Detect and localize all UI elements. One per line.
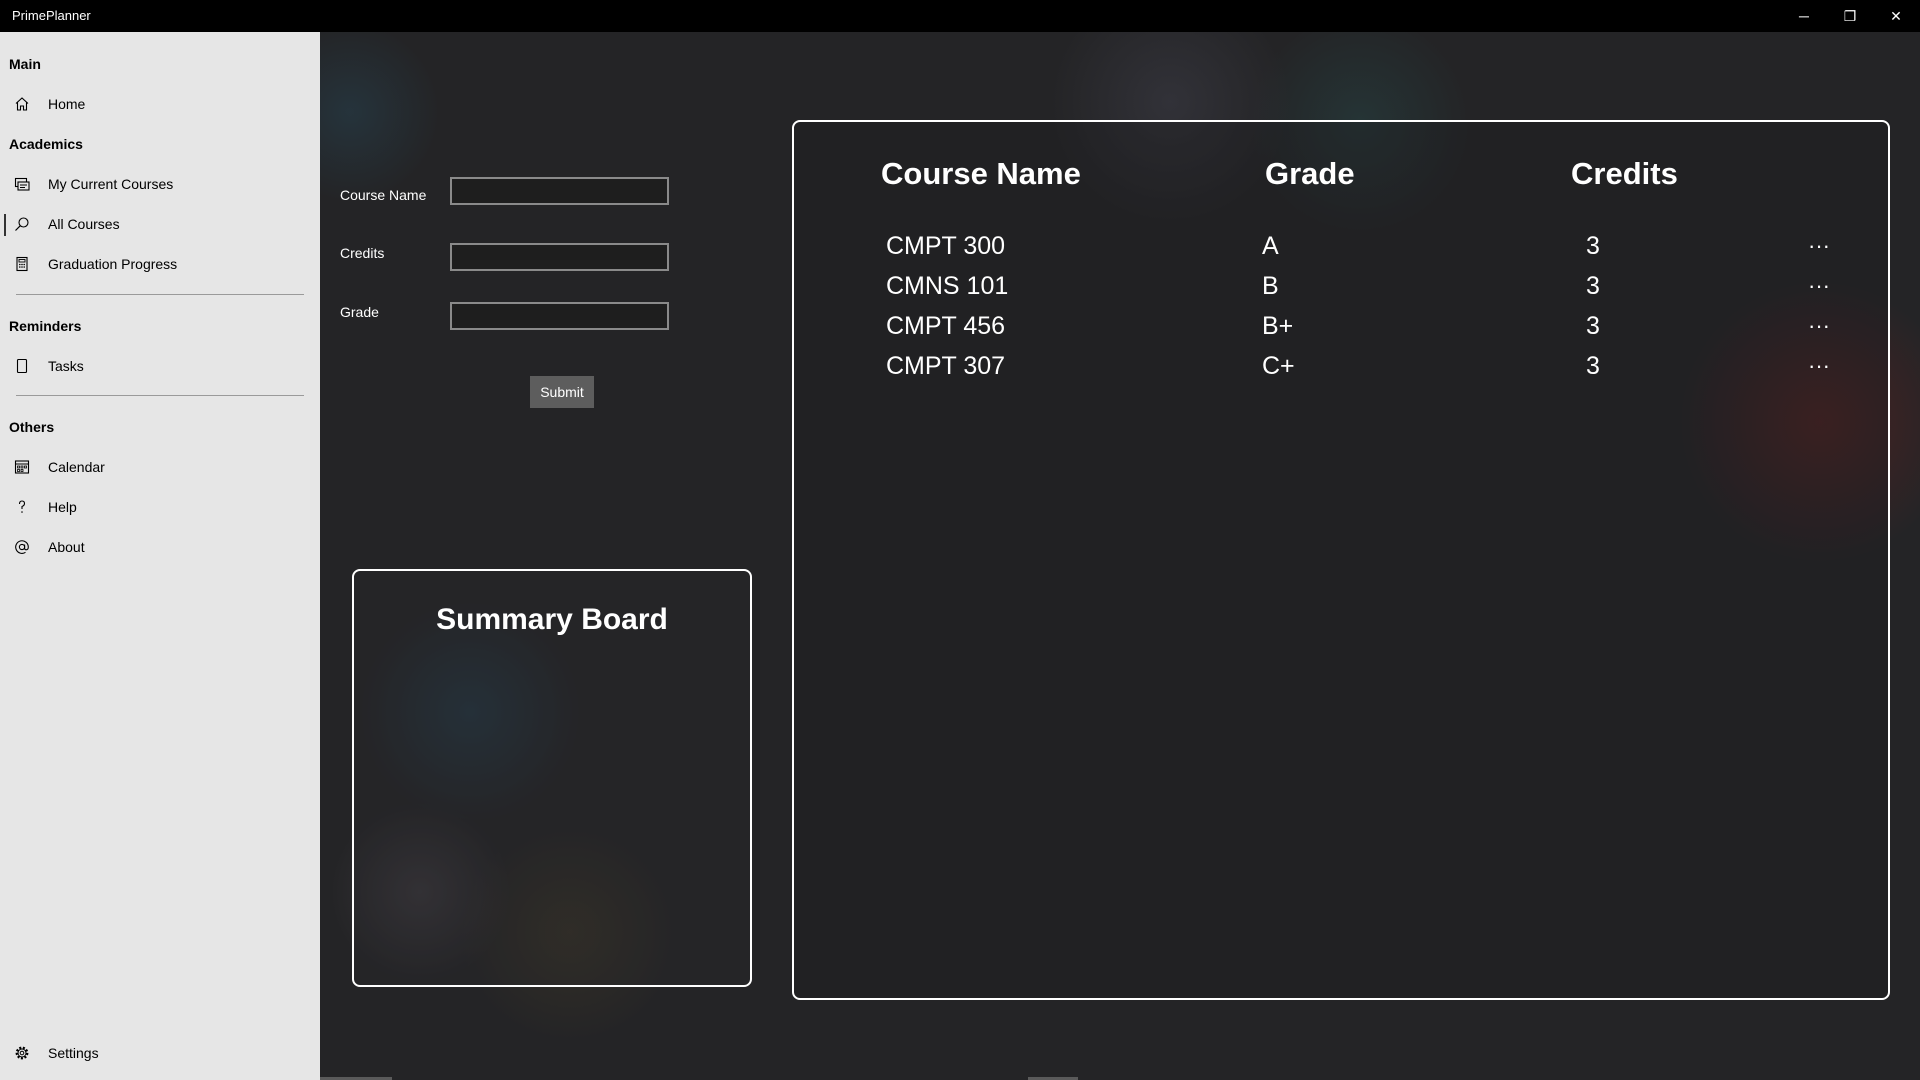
title-bar: PrimePlanner ─ ❐ ✕ bbox=[0, 0, 1920, 32]
help-icon bbox=[12, 497, 32, 517]
grade-cell: B+ bbox=[1262, 312, 1294, 340]
more-options-button[interactable]: ··· bbox=[1797, 228, 1841, 264]
credits-cell: 3 bbox=[1586, 352, 1600, 380]
home-icon bbox=[12, 94, 32, 114]
sidebar-divider bbox=[16, 294, 304, 295]
sidebar-item-label: Calendar bbox=[48, 459, 105, 475]
sidebar-item-label: My Current Courses bbox=[48, 176, 174, 192]
minimize-icon: ─ bbox=[1799, 8, 1809, 24]
credits-input[interactable] bbox=[450, 243, 669, 271]
sidebar-item-my-current-courses[interactable]: My Current Courses bbox=[0, 164, 320, 204]
table-row: CMPT 456 B+ 3 ··· bbox=[794, 308, 1888, 348]
calendar-icon bbox=[12, 457, 32, 477]
sidebar-item-graduation-progress[interactable]: Graduation Progress bbox=[0, 244, 320, 284]
credits-cell: 3 bbox=[1586, 232, 1600, 260]
sidebar-item-label: About bbox=[48, 539, 85, 555]
calculator-icon bbox=[12, 254, 32, 274]
sidebar-item-about[interactable]: About bbox=[0, 527, 320, 567]
course-cell: CMPT 300 bbox=[886, 232, 1006, 260]
header-grade: Grade bbox=[1265, 156, 1355, 191]
courses-icon bbox=[12, 174, 32, 194]
task-icon bbox=[12, 356, 32, 376]
close-button[interactable]: ✕ bbox=[1873, 0, 1919, 32]
course-name-input[interactable] bbox=[450, 177, 669, 205]
app-title: PrimePlanner bbox=[12, 8, 91, 23]
sidebar-divider bbox=[16, 395, 304, 396]
credits-cell: 3 bbox=[1586, 272, 1600, 300]
credits-label: Credits bbox=[340, 245, 385, 261]
course-cell: CMNS 101 bbox=[886, 272, 1009, 300]
sidebar-item-calendar[interactable]: Calendar bbox=[0, 447, 320, 487]
header-credits: Credits bbox=[1571, 156, 1678, 191]
gear-icon bbox=[12, 1043, 32, 1063]
submit-button[interactable]: Submit bbox=[530, 376, 594, 408]
grade-input[interactable] bbox=[450, 302, 669, 330]
grade-cell: B bbox=[1262, 272, 1279, 300]
courses-table: Course Name Grade Credits CMPT 300 A 3 ·… bbox=[792, 120, 1890, 1000]
sidebar-item-settings[interactable]: Settings bbox=[0, 1033, 320, 1073]
sidebar-item-home[interactable]: Home bbox=[0, 84, 320, 124]
more-options-button[interactable]: ··· bbox=[1797, 268, 1841, 304]
main-content: Course Name Credits Grade Submit Summary… bbox=[320, 32, 1920, 1080]
sidebar-item-all-courses[interactable]: All Courses bbox=[0, 204, 320, 244]
grade-cell: C+ bbox=[1262, 352, 1295, 380]
sidebar-item-label: Tasks bbox=[48, 358, 84, 374]
section-header-academics: Academics bbox=[9, 136, 83, 152]
sidebar-item-label: Settings bbox=[48, 1045, 99, 1061]
search-icon bbox=[12, 214, 32, 234]
more-options-button[interactable]: ··· bbox=[1797, 308, 1841, 344]
sidebar-item-label: Graduation Progress bbox=[48, 256, 178, 272]
minimize-button[interactable]: ─ bbox=[1781, 0, 1827, 32]
grade-cell: A bbox=[1262, 232, 1279, 260]
grade-label: Grade bbox=[340, 304, 379, 320]
course-cell: CMPT 456 bbox=[886, 312, 1006, 340]
course-name-label: Course Name bbox=[340, 187, 427, 203]
sidebar-item-label: Home bbox=[48, 96, 86, 112]
sidebar-item-label: All Courses bbox=[48, 216, 120, 232]
at-icon bbox=[12, 537, 32, 557]
section-header-main: Main bbox=[9, 56, 41, 72]
restore-button[interactable]: ❐ bbox=[1827, 0, 1873, 32]
summary-board: Summary Board bbox=[352, 569, 752, 987]
close-icon: ✕ bbox=[1890, 7, 1902, 24]
more-options-button[interactable]: ··· bbox=[1797, 348, 1841, 384]
header-course-name: Course Name bbox=[881, 156, 1081, 191]
table-row: CMNS 101 B 3 ··· bbox=[794, 268, 1888, 308]
section-header-others: Others bbox=[9, 419, 55, 435]
summary-board-title: Summary Board bbox=[436, 603, 668, 636]
restore-icon: ❐ bbox=[1843, 7, 1857, 24]
sidebar-item-tasks[interactable]: Tasks bbox=[0, 346, 320, 386]
section-header-reminders: Reminders bbox=[9, 318, 82, 334]
sidebar: Main Home Academics My Current Courses A… bbox=[0, 32, 320, 1080]
course-cell: CMPT 307 bbox=[886, 352, 1006, 380]
sidebar-item-label: Help bbox=[48, 499, 77, 515]
credits-cell: 3 bbox=[1586, 312, 1600, 340]
sidebar-item-help[interactable]: Help bbox=[0, 487, 320, 527]
table-row: CMPT 300 A 3 ··· bbox=[794, 228, 1888, 268]
table-row: CMPT 307 C+ 3 ··· bbox=[794, 348, 1888, 388]
